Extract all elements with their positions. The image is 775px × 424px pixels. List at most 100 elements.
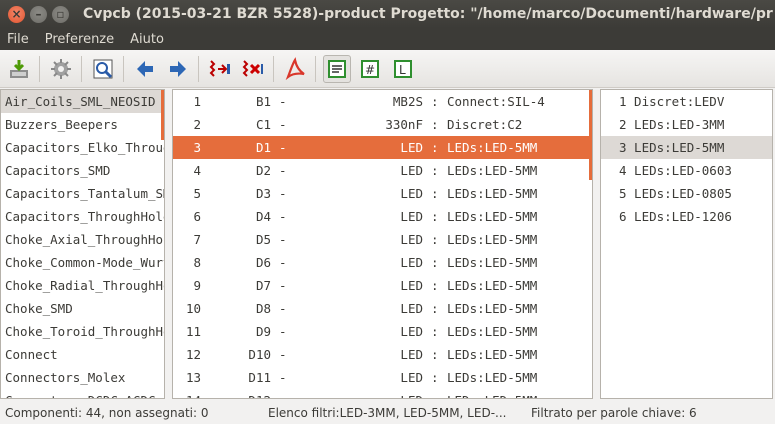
component-reference: B1: [255, 94, 271, 109]
component-value: MB2S: [392, 94, 423, 109]
status-filters: Elenco filtri:LED-3MM, LED-5MM, LED-...: [268, 406, 507, 420]
component-index: 6: [193, 209, 201, 224]
library-item[interactable]: Choke_Radial_ThroughHole: [1, 274, 164, 297]
status-components: Componenti: 44, non assegnati: 0: [5, 406, 209, 420]
component-reference: D7: [255, 278, 271, 293]
menu-aiuto[interactable]: Aiuto: [130, 32, 164, 47]
component-reference: D5: [255, 232, 271, 247]
footprint-view-icon[interactable]: [89, 55, 117, 83]
component-footprint: LEDs:LED-5MM: [447, 347, 538, 362]
component-footprint: LEDs:LED-5MM: [447, 140, 538, 155]
component-reference: C1: [255, 117, 271, 132]
separator: [81, 55, 82, 82]
menu-bar: File Preferenze Aiuto: [0, 28, 775, 50]
separator-colon: :: [431, 209, 439, 224]
component-row[interactable]: 2 C1- 330nF: Discret:C2: [173, 113, 592, 136]
footprint-item[interactable]: 3 LEDs:LED-5MM: [601, 136, 772, 159]
library-item[interactable]: Choke_SMD: [1, 297, 164, 320]
library-item[interactable]: Choke_Axial_ThroughHole: [1, 228, 164, 251]
component-row[interactable]: 12 D10- LED: LEDs:LED-5MM: [173, 343, 592, 366]
library-item[interactable]: Choke_Toroid_ThroughHole: [1, 320, 164, 343]
minimize-icon[interactable]: –: [30, 5, 47, 23]
component-index: 7: [193, 232, 201, 247]
separator-colon: :: [431, 347, 439, 362]
footprint-item[interactable]: 5 LEDs:LED-0805: [601, 182, 772, 205]
separator-dash: -: [279, 94, 287, 109]
separator-dash: -: [279, 347, 287, 362]
svg-text:L: L: [399, 63, 406, 77]
footprint-item[interactable]: 6 LEDs:LED-1206: [601, 205, 772, 228]
component-footprint: LEDs:LED-5MM: [447, 232, 538, 247]
component-index: 4: [193, 163, 201, 178]
library-item[interactable]: Capacitors_Elko_ThroughHole: [1, 136, 164, 159]
separator-dash: -: [279, 140, 287, 155]
menu-file[interactable]: File: [7, 32, 29, 47]
component-value: LED: [400, 163, 423, 178]
separator-dash: -: [279, 370, 287, 385]
maximize-icon[interactable]: ▫: [52, 5, 69, 23]
component-reference: D3: [255, 186, 271, 201]
menu-preferenze[interactable]: Preferenze: [45, 32, 114, 47]
separator: [315, 55, 316, 82]
library-item[interactable]: Converters_DCDC_ACDC: [1, 389, 164, 398]
separator-dash: -: [279, 255, 287, 270]
library-item[interactable]: Connect: [1, 343, 164, 366]
status-bar: Componenti: 44, non assegnati: 0 Elenco …: [0, 400, 775, 424]
component-row[interactable]: 11 D9- LED: LEDs:LED-5MM: [173, 320, 592, 343]
component-value: LED: [400, 370, 423, 385]
filter-library-icon[interactable]: L: [389, 55, 417, 83]
library-item[interactable]: Air_Coils_SML_NEOSID: [1, 90, 164, 113]
component-row[interactable]: 10 D8- LED: LEDs:LED-5MM: [173, 297, 592, 320]
separator-dash: -: [279, 117, 287, 132]
footprint-item[interactable]: 2 LEDs:LED-3MM: [601, 113, 772, 136]
component-row[interactable]: 7 D5- LED: LEDs:LED-5MM: [173, 228, 592, 251]
library-item[interactable]: Capacitors_Tantalum_SMD: [1, 182, 164, 205]
component-scrollbar[interactable]: [589, 90, 592, 180]
component-reference: D8: [255, 301, 271, 316]
component-row[interactable]: 4 D2- LED: LEDs:LED-5MM: [173, 159, 592, 182]
component-reference: D6: [255, 255, 271, 270]
component-value: LED: [400, 324, 423, 339]
separator: [273, 55, 274, 82]
footprint-list: 1 Discret:LEDV 2 LEDs:LED-3MM 3 LEDs:LED-5…: [600, 89, 773, 399]
separator: [198, 55, 199, 82]
footprint-item[interactable]: 1 Discret:LEDV: [601, 90, 772, 113]
separator-colon: :: [431, 278, 439, 293]
arrow-right-icon[interactable]: [164, 55, 192, 83]
component-row[interactable]: 3 D1- LED: LEDs:LED-5MM: [173, 136, 592, 159]
component-value: LED: [400, 140, 423, 155]
component-row[interactable]: 9 D7- LED: LEDs:LED-5MM: [173, 274, 592, 297]
library-item[interactable]: Choke_Common-Mode_Wurth: [1, 251, 164, 274]
component-index: 5: [193, 186, 201, 201]
arrow-left-icon[interactable]: [131, 55, 159, 83]
component-row[interactable]: 8 D6- LED: LEDs:LED-5MM: [173, 251, 592, 274]
component-reference: D1: [255, 140, 271, 155]
separator-dash: -: [279, 301, 287, 316]
component-row[interactable]: 6 D4- LED: LEDs:LED-5MM: [173, 205, 592, 228]
library-item[interactable]: Buzzers_Beepers: [1, 113, 164, 136]
auto-associate-icon[interactable]: [206, 55, 234, 83]
component-row[interactable]: 14 D12- LED: LEDs:LED-5MM: [173, 389, 592, 398]
library-scrollbar[interactable]: [161, 90, 164, 140]
library-item[interactable]: Capacitors_ThroughHole: [1, 205, 164, 228]
footprint-item[interactable]: 4 LEDs:LED-0603: [601, 159, 772, 182]
save-icon[interactable]: [5, 55, 33, 83]
component-row[interactable]: 5 D3- LED: LEDs:LED-5MM: [173, 182, 592, 205]
component-index: 9: [193, 278, 201, 293]
title-bar: × – ▫ Cvpcb (2015-03-21 BZR 5528)-produc…: [0, 0, 775, 28]
delete-associations-icon[interactable]: [239, 55, 267, 83]
library-item[interactable]: Capacitors_SMD: [1, 159, 164, 182]
component-row[interactable]: 13 D11- LED: LEDs:LED-5MM: [173, 366, 592, 389]
settings-icon[interactable]: [47, 55, 75, 83]
component-footprint: LEDs:LED-5MM: [447, 163, 538, 178]
library-item[interactable]: Connectors_Molex: [1, 366, 164, 389]
pdf-doc-icon[interactable]: [281, 55, 309, 83]
separator: [123, 55, 124, 82]
filter-keyword-icon[interactable]: [323, 54, 351, 83]
close-icon[interactable]: ×: [8, 5, 25, 23]
component-row[interactable]: 1 B1- MB2S: Connect:SIL-4: [173, 90, 592, 113]
separator: [39, 55, 40, 82]
component-reference: D10: [248, 347, 271, 362]
separator-colon: :: [431, 255, 439, 270]
filter-pincount-icon[interactable]: #: [356, 55, 384, 83]
